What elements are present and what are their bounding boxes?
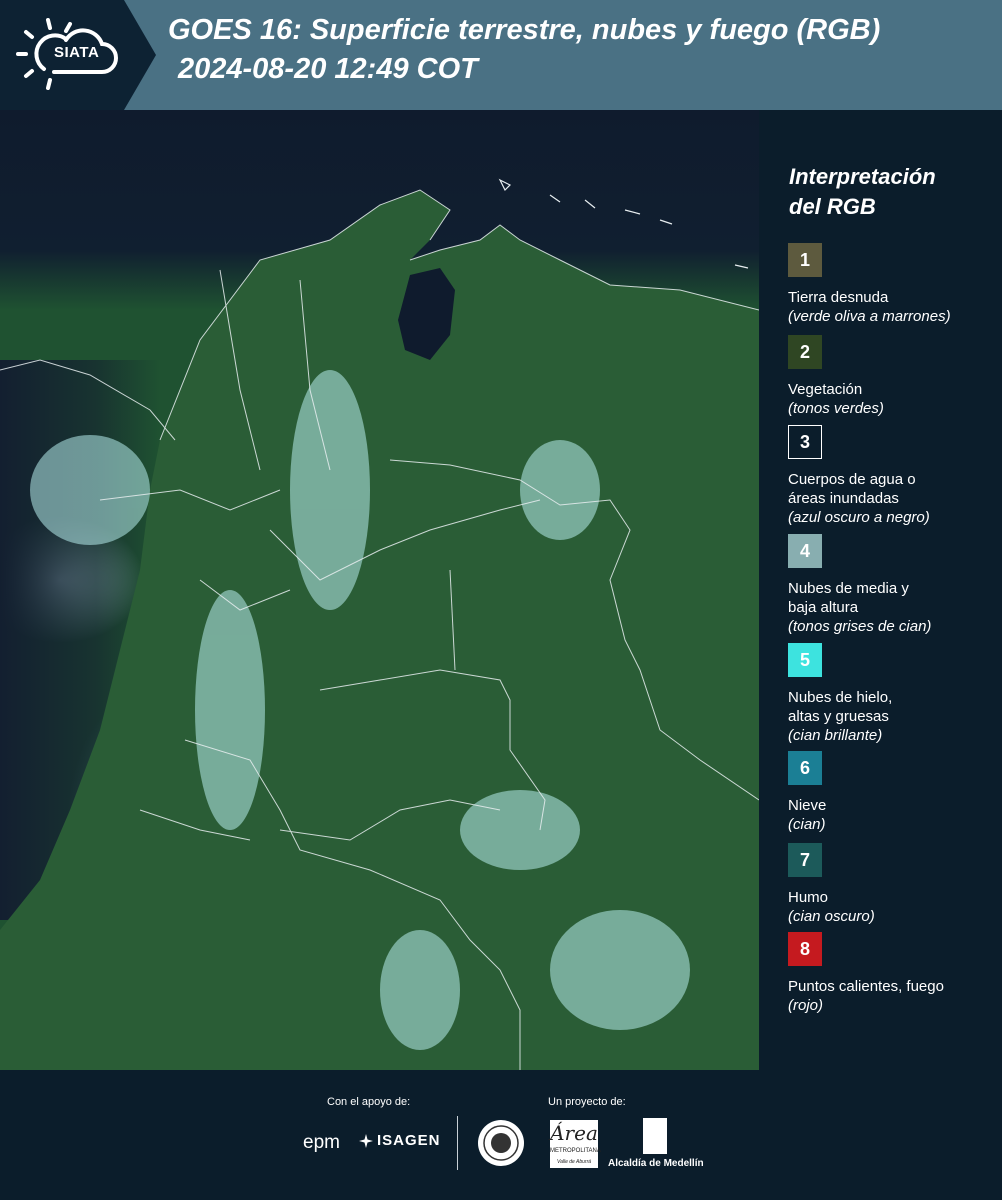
legend-label: Cuerpos de agua o áreas inundadas <box>788 471 916 507</box>
footer-divider <box>457 1116 458 1170</box>
area-logo-sub: Valle de Aburrá <box>556 1159 592 1165</box>
legend-item-ice-clouds: 5 Nubes de hielo, altas y gruesas (cian … <box>788 643 998 745</box>
legend-hint: (verde oliva a marrones) <box>788 308 951 325</box>
legend-label: Nieve <box>788 797 827 814</box>
legend-swatch: 7 <box>788 843 822 877</box>
legend-swatch: 2 <box>788 335 822 369</box>
support-label: Con el apoyo de: <box>327 1096 411 1108</box>
legend-swatch: 4 <box>788 534 822 568</box>
legend-item-fire: 8 Puntos calientes, fuego (rojo) <box>788 932 998 1015</box>
isagen-star-icon <box>359 1133 373 1148</box>
area-logo-mark: Área <box>550 1121 598 1145</box>
legend-label: Vegetación <box>788 381 863 398</box>
page-timestamp: 2024-08-20 12:49 COT <box>178 53 478 85</box>
legend-hint: (tonos verdes) <box>788 400 884 417</box>
legend-hint: (tonos grises de cian) <box>788 618 932 635</box>
rgb-legend: Interpretación del RGB 1 Tierra desnuda … <box>759 110 1002 1070</box>
legend-item-smoke: 7 Humo (cian oscuro) <box>788 843 998 926</box>
area-logo-text: METROPOLITANA <box>550 1148 601 1154</box>
legend-label: Puntos calientes, fuego <box>788 978 944 995</box>
legend-label: Tierra desnuda <box>788 289 889 306</box>
legend-swatch: 5 <box>788 643 822 677</box>
logo-arrow-shape <box>124 0 156 110</box>
legend-label: Nubes de media y baja altura <box>788 580 909 616</box>
isagen-logo: ISAGEN <box>359 1132 441 1149</box>
legend-title: Interpretación del RGB <box>789 164 936 219</box>
legend-swatch: 8 <box>788 932 822 966</box>
university-seal-icon <box>478 1120 524 1166</box>
header-bar: SIATA GOES 16: Superficie terrestre, nub… <box>0 0 1002 110</box>
project-label: Un proyecto de: <box>548 1096 626 1108</box>
legend-swatch: 3 <box>788 425 822 459</box>
legend-hint: (cian oscuro) <box>788 908 875 925</box>
epm-logo: epm <box>303 1132 340 1153</box>
alcaldia-text: Alcaldía de Medellín <box>608 1158 704 1169</box>
satellite-map[interactable] <box>0 110 759 1070</box>
medellin-crest-icon <box>643 1118 667 1154</box>
legend-hint: (rojo) <box>788 997 824 1014</box>
legend-label: Nubes de hielo, altas y gruesas <box>788 689 893 725</box>
legend-hint: (cian brillante) <box>788 727 883 744</box>
legend-label: Humo <box>788 889 829 906</box>
legend-item-bare-soil: 1 Tierra desnuda (verde oliva a marrones… <box>788 243 998 326</box>
area-metropolitana-logo: Área METROPOLITANA Valle de Aburrá <box>550 1120 601 1168</box>
footer-sponsors: Con el apoyo de: Un proyecto de: epm ISA… <box>0 1070 1002 1200</box>
legend-hint: (azul oscuro a negro) <box>788 509 930 526</box>
legend-item-low-clouds: 4 Nubes de media y baja altura (tonos gr… <box>788 534 998 636</box>
siata-logo: SIATA <box>0 0 124 110</box>
isagen-text: ISAGEN <box>377 1132 441 1149</box>
siata-logo-text: SIATA <box>54 44 100 61</box>
legend-swatch: 1 <box>788 243 822 277</box>
legend-item-snow: 6 Nieve (cian) <box>788 751 998 834</box>
legend-hint: (cian) <box>788 816 826 833</box>
seal-emblem-icon <box>483 1125 519 1161</box>
legend-item-vegetation: 2 Vegetación (tonos verdes) <box>788 335 998 418</box>
page-title: GOES 16: Superficie terrestre, nubes y f… <box>168 14 881 46</box>
map-overlay <box>0 178 759 1070</box>
legend-item-water: 3 Cuerpos de agua o áreas inundadas (azu… <box>788 425 998 527</box>
legend-swatch: 6 <box>788 751 822 785</box>
